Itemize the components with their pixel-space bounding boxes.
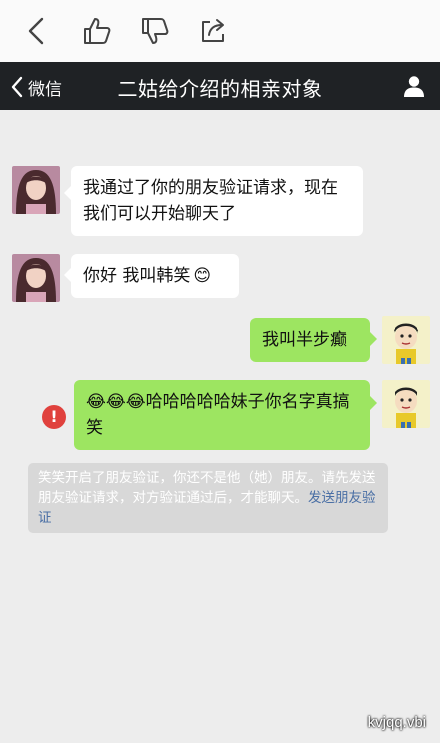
send-failed-icon[interactable]: ! xyxy=(42,405,66,429)
watermark: kvjqq.vbi xyxy=(367,714,426,731)
chat-screen: 微信 二姑给介绍的相亲对象 我通过了你的朋友验证请求，现在我们可以开始聊天了 你… xyxy=(0,62,440,743)
system-notice: 笑笑开启了朋友验证，你还不是他（她）朋友。请先发送朋友验证请求，对方验证通过后，… xyxy=(28,463,388,533)
chat-title: 二姑给介绍的相亲对象 xyxy=(117,77,323,101)
message-text: 我通过了你的朋友验证请求，现在我们可以开始聊天了 xyxy=(83,178,338,224)
bubble-tail xyxy=(370,332,377,346)
chevron-left-icon[interactable] xyxy=(20,14,54,48)
chat-header: 微信 二姑给介绍的相亲对象 xyxy=(0,62,440,110)
thumbs-down-icon[interactable] xyxy=(138,14,172,48)
bubble-tail xyxy=(64,186,71,200)
contact-avatar[interactable] xyxy=(12,254,60,302)
laughing-emoji-icon: 😂😂😂 xyxy=(86,392,146,412)
message-bubble[interactable]: 😂😂😂哈哈哈哈哈妹子你名字真搞笑 xyxy=(74,380,370,450)
contact-avatar[interactable] xyxy=(12,166,60,214)
my-avatar[interactable] xyxy=(382,380,430,428)
smile-emoji-icon: 😊 xyxy=(193,266,212,286)
message-bubble[interactable]: 我叫半步癫 xyxy=(250,318,370,362)
my-avatar[interactable] xyxy=(382,316,430,364)
post-action-bar xyxy=(0,0,440,62)
message-text: 你好 我叫韩笑 xyxy=(83,266,191,286)
message-bubble[interactable]: 我通过了你的朋友验证请求，现在我们可以开始聊天了 xyxy=(71,166,363,236)
message-bubble[interactable]: 你好 我叫韩笑 😊 xyxy=(71,254,239,298)
thumbs-up-icon[interactable] xyxy=(80,14,114,48)
person-icon[interactable] xyxy=(402,74,426,98)
bubble-tail xyxy=(370,396,377,410)
share-icon[interactable] xyxy=(196,14,230,48)
bubble-tail xyxy=(64,268,71,282)
message-text: 我叫半步癫 xyxy=(262,330,347,350)
